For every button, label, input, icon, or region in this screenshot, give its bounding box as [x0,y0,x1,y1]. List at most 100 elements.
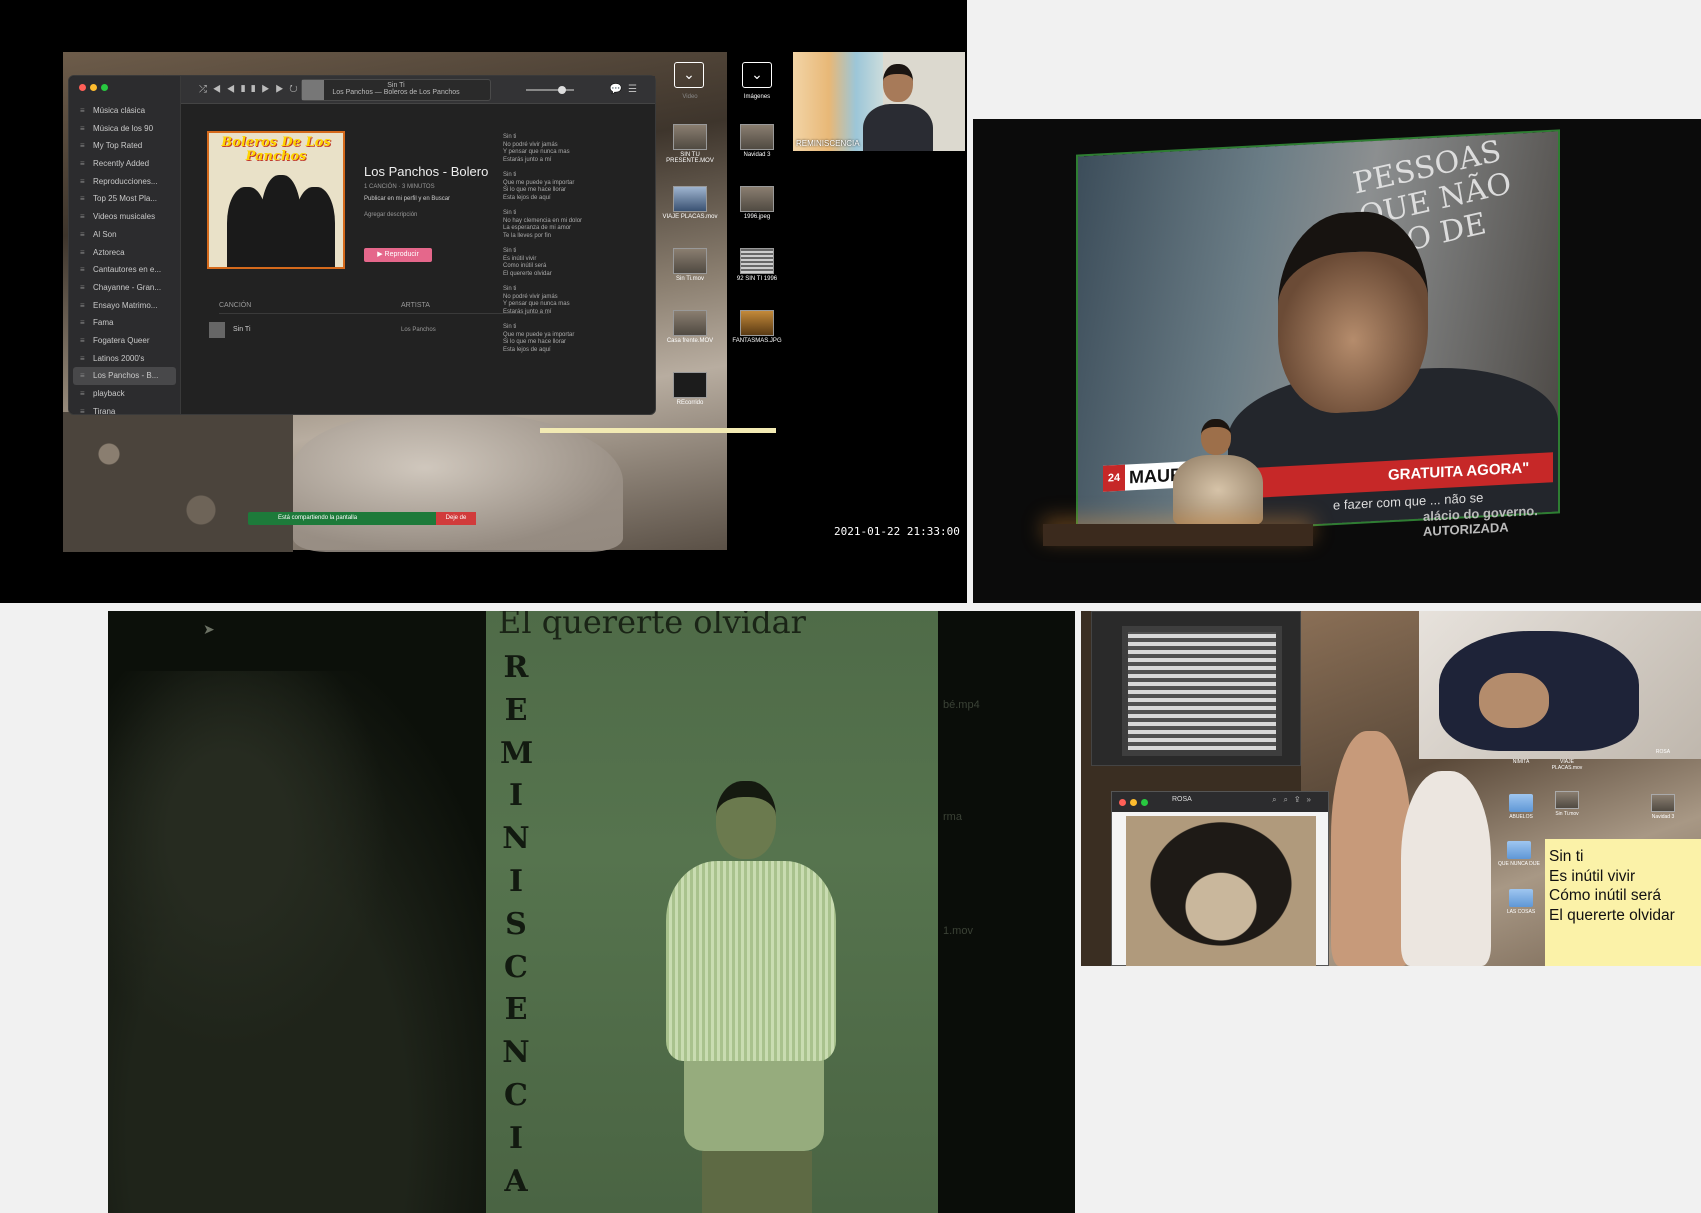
volume-slider[interactable] [526,86,574,94]
desktop-icon[interactable]: 1996.jpeg [730,186,784,220]
metal-plate-image [1122,626,1282,756]
collage-panel: NIMITA VIAJE PLACAS.mov ROSA ABUELOS Sin… [1081,611,1701,966]
lyrics-stanza: Sin ti Que me puede ya importar Si lo qu… [503,324,575,353]
playlist-item-selected[interactable]: Los Panchos - B... [73,367,176,385]
images-folder-icon[interactable]: ⌄ [742,62,772,88]
playlist-item[interactable]: Cantautores en e... [73,261,176,279]
desktop-icon[interactable]: Sin Ti.mov [660,248,720,282]
cursor-arrow-icon: ➤ [203,621,215,637]
zoom-icon[interactable] [101,84,108,91]
add-description-link[interactable]: Agregar descripción [364,212,488,218]
timestamp: 2021-01-22 21:33:00 [834,525,960,538]
webcam-thumbnail: REMINISCENCIA [793,52,965,151]
desktop-icon[interactable]: Sin Ti.mov [1545,791,1589,817]
video-folder-icon[interactable]: ⌄ [674,62,704,88]
album-info: Los Panchos - Bolero 1 CANCIÓN · 3 MINUT… [364,164,488,262]
desktop-icon[interactable]: 92 SIN TI 1996 [730,248,784,282]
close-icon[interactable] [1119,799,1126,806]
desktop-icon[interactable]: ROSA [1641,749,1685,755]
column-song[interactable]: CANCIÓN [219,302,251,309]
desktop-icon-label: LAS COSAS [1506,909,1536,915]
playlist-item[interactable]: Top 25 Most Pla... [73,190,176,208]
playlist-item[interactable]: My Top Rated [73,137,176,155]
play-button[interactable]: ▶ Reproducir [364,248,432,262]
lyrics-stanza: Sin ti No podré vivir jamás Y pensar que… [503,286,570,315]
minimize-icon[interactable] [90,84,97,91]
music-sidebar: Música clásica Música de los 90 My Top R… [69,76,181,420]
playlist-item[interactable]: Recently Added [73,155,176,173]
desktop-icon[interactable]: ABUELOS [1499,794,1543,820]
performer-table [1043,524,1313,546]
minimize-icon[interactable] [1130,799,1137,806]
image-thumbnail-icon [740,124,774,150]
playlist-item[interactable]: Fama [73,314,176,332]
desktop-icon-label: Navidad 3 [743,152,771,158]
stop-share-button[interactable]: Deje de [436,512,476,525]
playlist-item[interactable]: Fogatera Queer [73,332,176,350]
desktop-icon[interactable]: SIN TU PRESENTE.MOV [660,124,720,164]
window-controls[interactable] [79,84,108,91]
playlist-item[interactable]: Chayanne - Gran... [73,279,176,297]
playlist-list: Música clásica Música de los 90 My Top R… [73,102,176,420]
playlist-item[interactable]: Tirana [73,403,176,421]
playlist-item[interactable]: playback [73,385,176,403]
video-thumbnail-icon [673,310,707,336]
preview-toolbar-icons[interactable]: ⌕⌕⇪» [1272,795,1318,805]
desktop-icon[interactable]: Casa frente.MOV [660,310,720,344]
window-controls[interactable] [1119,799,1148,806]
lyrics-queue-icons[interactable]: 💬☰ [610,84,643,95]
video-thumbnail-icon [673,124,707,150]
publish-checkbox[interactable]: Publicar en mi perfil y en Buscar [364,196,488,202]
playlist-item[interactable]: Música clásica [73,102,176,120]
song-artist: Los Panchos [401,327,436,333]
desktop-icon[interactable]: REcorrido [660,372,720,406]
image-thumbnail-icon [1651,794,1675,812]
album-cover: Boleros De Los Panchos [207,131,345,269]
desktop-icon[interactable]: Navidad 3 [1641,794,1685,820]
wallpaper-rocks [63,412,293,552]
video-thumbnail-icon [673,186,707,212]
desktop-icon[interactable]: Navidad 3 [730,124,784,158]
desktop-icon[interactable]: FANTASMAS.JPG [730,310,784,344]
playlist-item[interactable]: Aztoreca [73,244,176,262]
desktop-icon[interactable]: Video [665,94,715,100]
zoom-icon[interactable] [1141,799,1148,806]
standing-performer [666,781,846,1213]
desktop-icon[interactable]: NIMITA [1499,759,1543,765]
performer-at-mic [1153,419,1283,539]
webcam-label: REMINISCENCIA [796,139,860,148]
playlist-item[interactable]: Música de los 90 [73,120,176,138]
desktop-icon-label: VIAJE PLACAS.mov [1551,759,1583,771]
lyrics-pane: Sin ti No podré vivir jamás Y pensar que… [489,104,639,416]
desktop-icon[interactable]: QUE NUNCA DIJE [1491,841,1547,867]
rosa-window-title: ROSA [1172,796,1192,803]
playlist-item[interactable]: Latinos 2000's [73,350,176,368]
photo-figure [1401,771,1491,966]
folder-icon [1509,889,1533,907]
column-artist[interactable]: ARTISTA [401,302,430,309]
transport-controls[interactable]: ⤮◀◀❚❚▶▶↻ [199,84,304,95]
desktop-icon[interactable]: VIAJE PLACAS.mov [660,186,720,220]
desktop-icon[interactable]: Imágenes [730,94,784,100]
vertical-title: R E M I N I S C E N C I A [500,647,533,1203]
close-icon[interactable] [79,84,86,91]
lyrics-stanza: Sin ti Que me puede ya importar Si lo qu… [503,172,575,201]
vertical-letter: I [508,778,524,814]
desktop-icon-label: REcorrido [676,400,704,406]
rosa-preview-window: ROSA ⌕⌕⇪» [1111,791,1329,966]
playlist-item[interactable]: Videos musicales [73,208,176,226]
desktop-icon-label: 92 SIN TI 1996 [736,276,778,282]
wallpaper-figure [293,412,623,552]
now-playing-artwork [302,80,324,100]
sheet-title: El quererte olvidar [498,611,806,641]
music-app-window: Música clásica Música de los 90 My Top R… [68,75,656,420]
playlist-item[interactable]: Al Son [73,226,176,244]
playlist-item[interactable]: Ensayo Matrimo... [73,297,176,315]
song-thumbnail [209,322,225,338]
playlist-item[interactable]: Reproducciones... [73,173,176,191]
file-name: bé.mp4 [943,699,980,711]
note-line: Sin ti [1549,848,1584,865]
desktop-icon[interactable]: LAS COSAS [1499,889,1543,915]
file-name: 1.mov [943,925,973,937]
desktop-icon[interactable]: VIAJE PLACAS.mov [1545,759,1589,771]
